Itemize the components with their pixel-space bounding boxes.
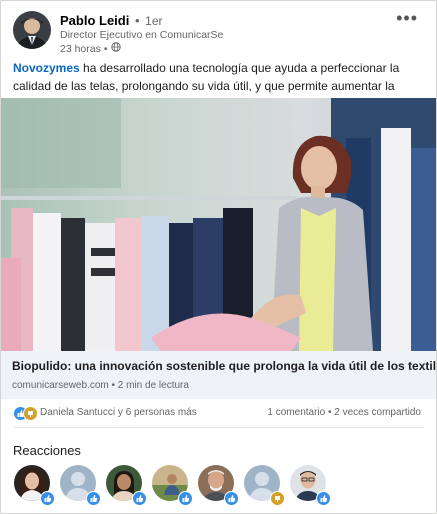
author-name[interactable]: Pablo Leidi [60,13,129,28]
article-meta: comunicarseweb.com • 2 min de lectura [12,380,189,391]
company-mention[interactable]: Novozymes [13,61,80,75]
feed-post-card: Pablo Leidi • 1er Director Ejecutivo en … [0,0,437,514]
like-icon [316,491,331,506]
author-line: Pablo Leidi • 1er [60,13,163,28]
globe-icon [110,42,121,55]
author-avatar[interactable] [13,11,51,49]
reactors-summary[interactable]: Daniela Santucci y 6 personas más [40,407,197,418]
article-domain: comunicarseweb.com [12,380,109,391]
post-time: 23 horas [60,42,101,55]
author-title: Director Ejecutivo en ComunicarSe [60,29,224,41]
like-icon [132,491,147,506]
read-time: 2 min de lectura [117,380,189,391]
article-title[interactable]: Biopulido: una innovación sostenible que… [12,359,436,373]
social-counts: Daniela Santucci y 6 personas más 1 come… [13,404,424,422]
connection-degree: 1er [145,14,163,28]
post-time-row: 23 horas • [60,42,121,55]
like-icon [224,491,239,506]
reaction-icons[interactable] [13,406,39,421]
separator-dot: • [103,42,108,55]
article-link[interactable]: Biopulido: una innovación sostenible que… [1,351,436,399]
celebrate-icon [270,491,285,506]
post-header: Pablo Leidi • 1er Director Ejecutivo en … [13,9,424,55]
comments-count[interactable]: 1 comentario [267,407,325,418]
reactors-list [14,465,424,506]
like-icon [86,491,101,506]
divider [13,427,424,428]
more-options-button[interactable]: ••• [396,9,418,27]
celebrate-icon [23,406,38,421]
like-icon [40,491,55,506]
like-icon [178,491,193,506]
engagement-counts: 1 comentario • 2 veces compartido [267,407,421,418]
article-image[interactable] [1,98,436,351]
reactions-heading: Reacciones [13,443,81,458]
separator-dot: • [134,13,140,28]
shares-count[interactable]: 2 veces compartido [334,407,421,418]
